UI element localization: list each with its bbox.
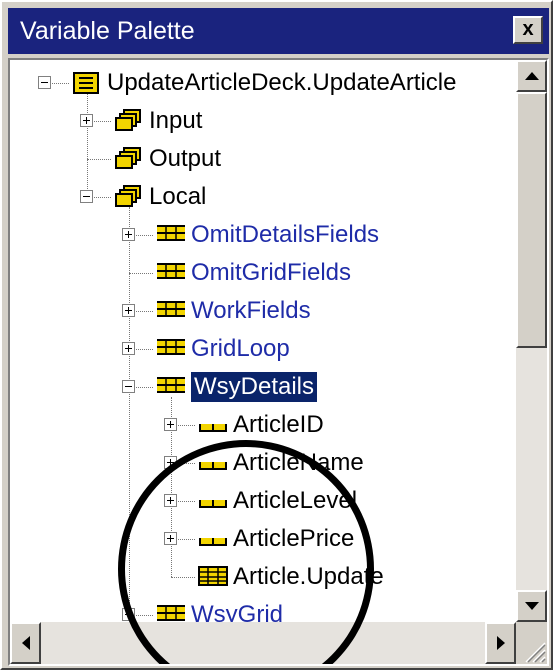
- deck-icon: [71, 70, 101, 101]
- tree-node-label: OmitDetailsFields: [191, 221, 380, 248]
- arrow-left-icon: [21, 636, 30, 650]
- expand-toggle-icon[interactable]: [122, 304, 135, 317]
- tree-pane: UpdateArticleDeck.UpdateArticle Input Outp…: [8, 58, 549, 666]
- field-icon: [197, 450, 229, 477]
- tree-node-label: ArticleName: [233, 449, 364, 476]
- field-icon: [197, 526, 229, 553]
- close-button[interactable]: x: [513, 16, 543, 44]
- scroll-left-button[interactable]: [10, 622, 41, 664]
- field-icon: [197, 488, 229, 515]
- horizontal-scrollbar[interactable]: [10, 622, 516, 664]
- tree-row-updatearticledeck-updatearticle[interactable]: UpdateArticleDeck.UpdateArticle: [10, 64, 516, 102]
- tree-row-gridloop[interactable]: GridLoop: [10, 330, 516, 368]
- tree-row-omitdetailsfields[interactable]: OmitDetailsFields: [10, 216, 516, 254]
- variable-palette-window: Variable Palette x UpdateArticleDeck.Upd…: [0, 0, 553, 670]
- tree-row-wsygrid[interactable]: WsyGrid: [10, 596, 516, 622]
- arrow-right-icon: [496, 636, 505, 650]
- expand-toggle-icon[interactable]: [164, 456, 177, 469]
- window-title: Variable Palette: [20, 17, 195, 45]
- tree-row-articlelevel[interactable]: ArticleLevel: [10, 482, 516, 520]
- tree-row-articlename[interactable]: ArticleName: [10, 444, 516, 482]
- tree-node-label: Output: [149, 145, 222, 172]
- vertical-scroll-thumb[interactable]: [516, 92, 547, 348]
- structure-icon: [155, 260, 187, 287]
- expand-toggle-icon[interactable]: [122, 228, 135, 241]
- arrow-down-icon: [524, 602, 539, 610]
- resize-grip-icon: [525, 642, 546, 663]
- structure-icon: [155, 336, 187, 363]
- field-icon: [197, 412, 229, 439]
- expand-toggle-icon[interactable]: [80, 114, 93, 127]
- tree-node-label: Article.Update: [233, 563, 384, 590]
- tree-node-label: ArticleLevel: [233, 487, 358, 514]
- expand-toggle-icon[interactable]: [122, 342, 135, 355]
- tree-node-label: ArticleID: [233, 411, 324, 438]
- expand-toggle-icon[interactable]: [164, 494, 177, 507]
- resize-grip[interactable]: [516, 622, 547, 664]
- tree-node-label: GridLoop: [191, 335, 290, 362]
- structure-icon: [155, 222, 187, 249]
- tree-node-label: Local: [149, 183, 207, 210]
- structure-icon: [155, 602, 187, 622]
- table-icon: [197, 564, 229, 593]
- tree-node-label: WsyDetails: [191, 372, 318, 402]
- expand-toggle-icon[interactable]: [122, 608, 135, 621]
- tree-row-articleid[interactable]: ArticleID: [10, 406, 516, 444]
- folders-icon: [113, 108, 143, 139]
- structure-icon: [155, 374, 187, 401]
- folders-icon: [113, 146, 143, 177]
- variable-tree: UpdateArticleDeck.UpdateArticle Input Outp…: [10, 60, 516, 622]
- tree-guide-line: [171, 577, 195, 578]
- tree-row-output[interactable]: Output: [10, 140, 516, 178]
- structure-icon: [155, 298, 187, 325]
- tree-node-label: WsyGrid: [191, 601, 283, 622]
- arrow-up-icon: [524, 72, 539, 80]
- tree-row-wsydetails[interactable]: WsyDetails: [10, 368, 516, 406]
- folders-icon: [113, 184, 143, 215]
- tree-row-article-update[interactable]: Article.Update: [10, 558, 516, 596]
- tree-node-label: UpdateArticleDeck.UpdateArticle: [107, 69, 457, 96]
- scroll-right-button[interactable]: [485, 622, 516, 664]
- tree-node-label: WorkFields: [191, 297, 311, 324]
- tree-node-label: OmitGridFields: [191, 259, 352, 286]
- tree-node-label: ArticlePrice: [233, 525, 355, 552]
- expand-toggle-icon[interactable]: [164, 418, 177, 431]
- close-icon: x: [522, 18, 534, 40]
- tree-row-omitgridfields[interactable]: OmitGridFields: [10, 254, 516, 292]
- tree-row-local[interactable]: Local: [10, 178, 516, 216]
- scroll-down-button[interactable]: [516, 590, 547, 622]
- tree-node-label: Input: [149, 107, 203, 134]
- vertical-scrollbar[interactable]: [516, 60, 547, 622]
- tree-guide-line: [129, 273, 153, 274]
- scroll-up-button[interactable]: [516, 60, 547, 92]
- expand-toggle-icon[interactable]: [164, 532, 177, 545]
- collapse-toggle-icon[interactable]: [122, 380, 135, 393]
- collapse-toggle-icon[interactable]: [80, 190, 93, 203]
- tree-row-input[interactable]: Input: [10, 102, 516, 140]
- title-bar[interactable]: Variable Palette x: [8, 8, 549, 54]
- tree-row-workfields[interactable]: WorkFields: [10, 292, 516, 330]
- collapse-toggle-icon[interactable]: [38, 76, 51, 89]
- tree-guide-line: [87, 159, 111, 160]
- tree-row-articleprice[interactable]: ArticlePrice: [10, 520, 516, 558]
